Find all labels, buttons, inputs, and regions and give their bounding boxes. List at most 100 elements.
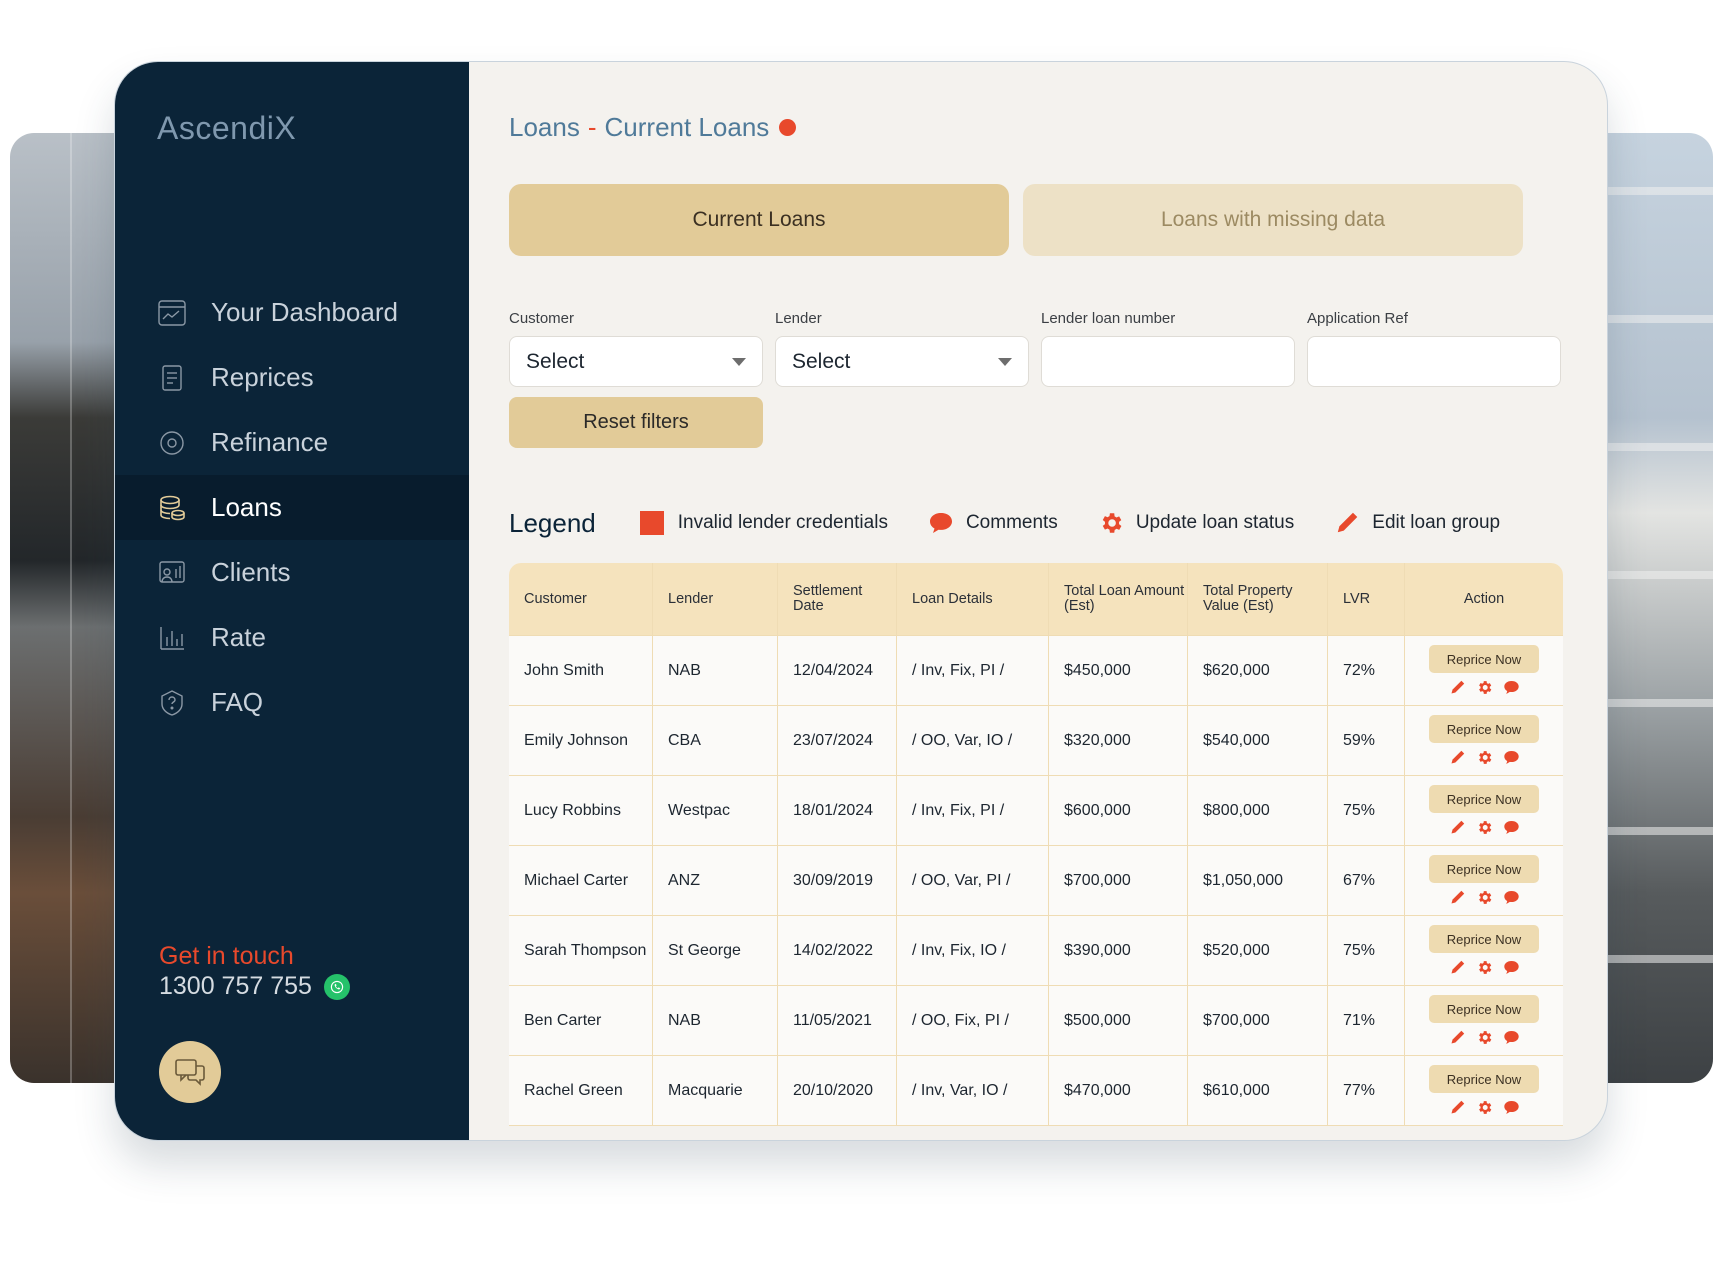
action-group: Reprice Now [1429, 645, 1539, 696]
bar-chart-icon [160, 626, 184, 650]
gear-icon[interactable] [1476, 959, 1493, 976]
pencil-icon[interactable] [1449, 819, 1466, 836]
gear-icon[interactable] [1476, 1029, 1493, 1046]
sidebar-item-label: Refinance [211, 427, 329, 457]
filter-lender: Lender Select [775, 310, 1029, 387]
table-row[interactable]: Michael Carter ANZ 30/09/2019/ OO, Var, PI… [509, 846, 1563, 916]
reprice-now-button[interactable]: Reprice Now [1429, 995, 1539, 1023]
table-row[interactable]: Rachel Green Macquarie 20/10/2020/ Inv, Va… [509, 1056, 1563, 1126]
sidebar-item-clients[interactable]: Clients [115, 540, 469, 605]
action-cell: Reprice Now [1405, 1056, 1563, 1125]
row-action-icons [1449, 819, 1520, 836]
pencil-icon[interactable] [1449, 749, 1466, 766]
action-cell: Reprice Now [1405, 846, 1563, 915]
table-row[interactable]: Emily Johnson CBA 23/07/2024/ OO, Var, IO … [509, 706, 1563, 776]
action-cell: Reprice Now [1405, 986, 1563, 1055]
table-body: John Smith NAB 12/04/2024/ Inv, Fix, PI / $… [509, 636, 1563, 1126]
table-cell: $600,000 [1049, 776, 1188, 845]
tab-loans-missing-data[interactable]: Loans with missing data [1023, 184, 1523, 256]
reprice-now-button[interactable]: Reprice Now [1429, 785, 1539, 813]
gear-icon[interactable] [1476, 679, 1493, 696]
comment-icon[interactable] [1503, 679, 1520, 696]
whatsapp-icon[interactable] [323, 973, 350, 1000]
customer-select[interactable]: Select [509, 336, 763, 387]
sidebar-item-loans[interactable]: Loans [115, 475, 469, 540]
title-subsection: Current Loans [604, 112, 770, 142]
table-row[interactable]: Ben Carter NAB 11/05/2021/ OO, Fix, PI / $5… [509, 986, 1563, 1056]
table-cell: $1,050,000 [1188, 846, 1328, 915]
gear-icon[interactable] [1476, 889, 1493, 906]
reprice-now-button[interactable]: Reprice Now [1429, 645, 1539, 673]
sidebar-item-reprices[interactable]: Reprices [115, 345, 469, 410]
sidebar-item-refinance[interactable]: Refinance [115, 410, 469, 475]
reprice-now-button[interactable]: Reprice Now [1429, 925, 1539, 953]
table-row[interactable]: Lucy Robbins Westpac 18/01/2024/ Inv, Fix,… [509, 776, 1563, 846]
pencil-icon[interactable] [1449, 1029, 1466, 1046]
comment-icon[interactable] [1503, 1099, 1520, 1116]
comment-icon[interactable] [1503, 959, 1520, 976]
table-cell: CBA [653, 706, 778, 775]
pencil-icon[interactable] [1449, 679, 1466, 696]
reprice-now-button[interactable]: Reprice Now [1429, 855, 1539, 883]
comment-icon[interactable] [1503, 889, 1520, 906]
table-cell: ANZ [653, 846, 778, 915]
filter-customer: Customer Select [509, 310, 763, 387]
reprice-now-button[interactable]: Reprice Now [1429, 715, 1539, 743]
table-cell: $450,000 [1049, 636, 1188, 705]
column-header[interactable]: Total Loan Amount (Est) [1049, 563, 1188, 635]
row-action-icons [1449, 749, 1520, 766]
reprice-now-button[interactable]: Reprice Now [1429, 1065, 1539, 1093]
table-row[interactable]: Sarah Thompson St George 14/02/2022/ Inv, … [509, 916, 1563, 986]
table-row[interactable]: John Smith NAB 12/04/2024/ Inv, Fix, PI / $… [509, 636, 1563, 706]
table-cell: Michael Carter [509, 846, 653, 915]
legend-label: Invalid lender credentials [677, 512, 888, 533]
application-ref-input[interactable] [1307, 336, 1561, 387]
comment-icon[interactable] [1503, 1029, 1520, 1046]
table-cell: St George [653, 916, 778, 985]
table-cell: $610,000 [1188, 1056, 1328, 1125]
filter-label: Application Ref [1307, 310, 1408, 327]
gear-icon[interactable] [1476, 819, 1493, 836]
column-header[interactable]: Lender [653, 563, 778, 635]
table-cell: 18/01/2024 [778, 776, 897, 845]
table-cell: Westpac [653, 776, 778, 845]
reset-filters-button[interactable]: Reset filters [509, 397, 763, 448]
contact-phone[interactable]: 1300 757 755 [159, 972, 350, 1001]
column-header[interactable]: Loan Details [897, 563, 1049, 635]
sidebar-item-rate[interactable]: Rate [115, 605, 469, 670]
document-icon [162, 364, 182, 391]
clients-icon [159, 560, 185, 583]
chat-button[interactable] [159, 1041, 221, 1103]
red-square-icon [639, 511, 664, 535]
column-header[interactable]: LVR [1328, 563, 1405, 635]
gear-icon[interactable] [1476, 749, 1493, 766]
legend-item-invalid-credentials: Invalid lender credentials [639, 511, 888, 535]
sidebar-item-dashboard[interactable]: Your Dashboard [115, 280, 469, 345]
lender-loan-number-input[interactable] [1041, 336, 1295, 387]
table-cell: 59% [1328, 706, 1405, 775]
action-group: Reprice Now [1429, 925, 1539, 976]
gear-icon[interactable] [1476, 1099, 1493, 1116]
comment-icon[interactable] [1503, 819, 1520, 836]
action-group: Reprice Now [1429, 785, 1539, 836]
pencil-icon[interactable] [1449, 1099, 1466, 1116]
table-cell: Ben Carter [509, 986, 653, 1055]
lender-select[interactable]: Select [775, 336, 1029, 387]
table-cell: / Inv, Fix, PI / [897, 636, 1049, 705]
comment-icon[interactable] [1503, 749, 1520, 766]
action-group: Reprice Now [1429, 715, 1539, 766]
pencil-icon[interactable] [1449, 959, 1466, 976]
tab-current-loans[interactable]: Current Loans [509, 184, 1009, 256]
column-header[interactable]: Total Property Value (Est) [1188, 563, 1328, 635]
filter-application-ref: Application Ref [1307, 310, 1561, 387]
column-header[interactable]: Settlement Date [778, 563, 897, 635]
action-cell: Reprice Now [1405, 916, 1563, 985]
table-cell: $470,000 [1049, 1056, 1188, 1125]
table-cell: $500,000 [1049, 986, 1188, 1055]
column-header[interactable]: Customer [509, 563, 653, 635]
sidebar-item-faq[interactable]: FAQ [115, 670, 469, 735]
table-cell: 75% [1328, 916, 1405, 985]
table-cell: $700,000 [1188, 986, 1328, 1055]
table-cell: 72% [1328, 636, 1405, 705]
pencil-icon[interactable] [1449, 889, 1466, 906]
